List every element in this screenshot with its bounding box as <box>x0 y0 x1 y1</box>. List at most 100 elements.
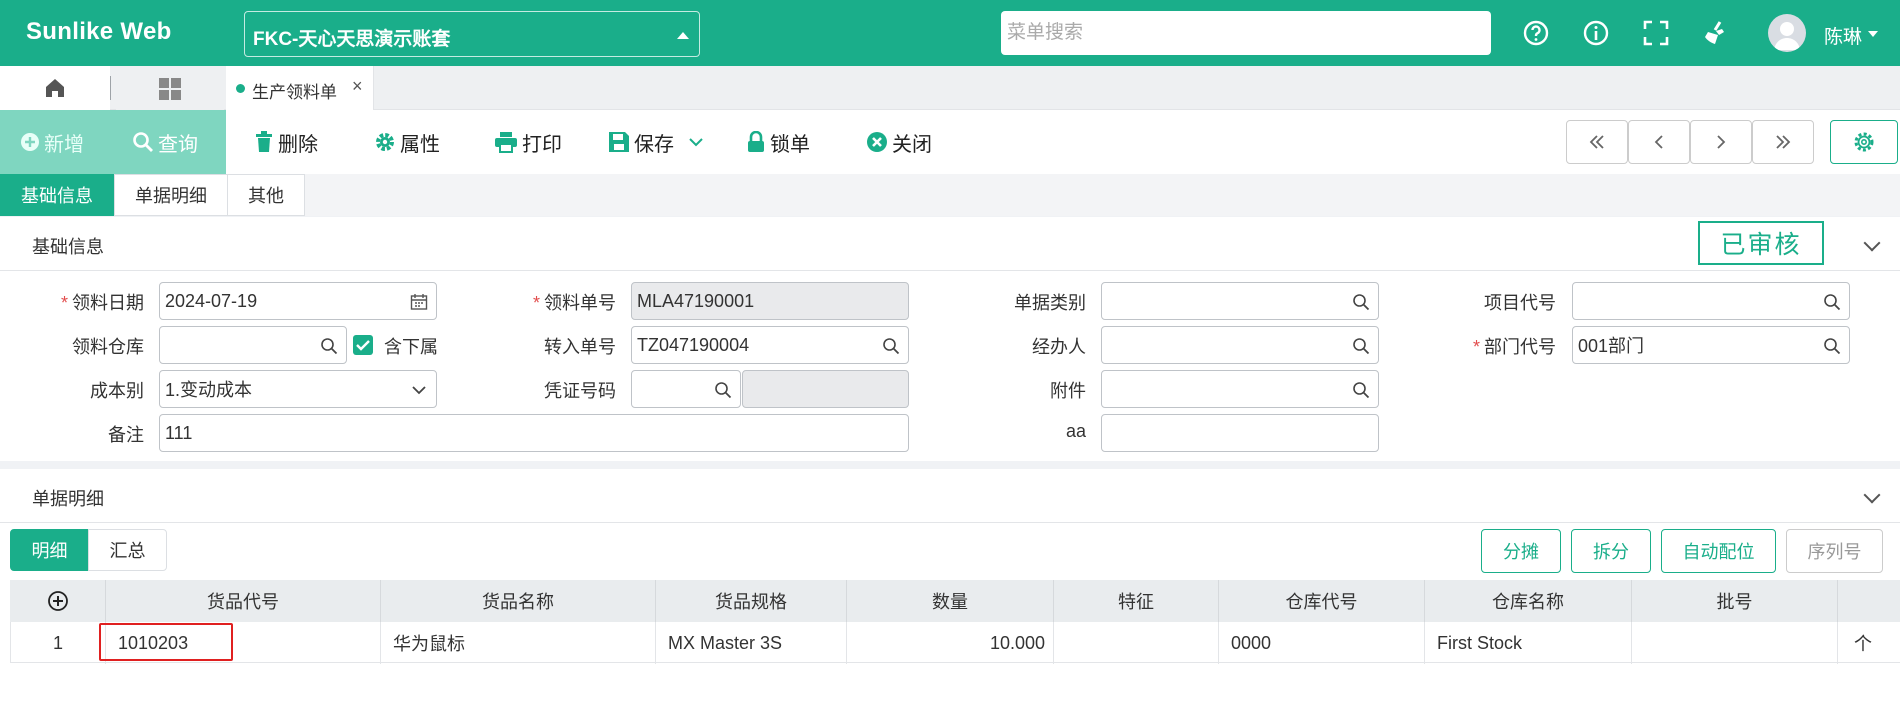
chevron-right-icon <box>1717 135 1726 149</box>
trash-icon <box>256 131 272 152</box>
query-label: 查询 <box>158 133 198 156</box>
caret-up-icon <box>677 32 689 39</box>
col-item-name[interactable]: 货品名称 <box>381 580 656 622</box>
col-warehouse-code[interactable]: 仓库代号 <box>1219 580 1425 622</box>
cell-warehouse-name[interactable]: First Stock <box>1425 622 1632 664</box>
include-sub-checkbox[interactable] <box>353 335 373 355</box>
info-icon[interactable] <box>1580 17 1612 49</box>
tab-material-requisition[interactable]: 生产领料单 × <box>226 66 374 110</box>
doc-type-field[interactable] <box>1101 282 1379 320</box>
save-button[interactable]: 保存 <box>608 110 708 174</box>
date-field[interactable]: 2024-07-19 <box>159 282 437 320</box>
query-button[interactable]: 查询 <box>106 110 226 174</box>
last-record-button[interactable] <box>1752 120 1814 164</box>
calendar-icon[interactable] <box>410 293 428 311</box>
detail-panel: 明细 汇总 分摊 拆分 自动配位 序列号 货品代号 货品名称 货品规格 数量 特… <box>0 523 1900 727</box>
voucher-field[interactable] <box>631 370 741 408</box>
first-record-button[interactable] <box>1566 120 1628 164</box>
cost-type-label: 成本别 <box>90 381 144 401</box>
close-button[interactable]: 关闭 <box>866 110 932 174</box>
row-seq: 1 <box>11 622 106 664</box>
aa-field[interactable] <box>1101 414 1379 452</box>
save-label: 保存 <box>634 133 674 156</box>
add-row-cell[interactable] <box>10 580 106 622</box>
caret-down-icon[interactable] <box>1868 31 1878 37</box>
handler-field[interactable] <box>1101 326 1379 364</box>
delete-button[interactable]: 删除 <box>254 110 318 174</box>
gear-icon <box>376 133 394 151</box>
cell-feature[interactable] <box>1054 622 1219 664</box>
search-icon[interactable] <box>1352 293 1370 311</box>
table-row[interactable]: 1 1010203 华为鼠标 MX Master 3S 10.000 0000 … <box>10 622 1900 664</box>
col-warehouse-name[interactable]: 仓库名称 <box>1425 580 1632 622</box>
next-record-button[interactable] <box>1690 120 1752 164</box>
project-field[interactable] <box>1572 282 1850 320</box>
chevron-down-icon[interactable] <box>1863 234 1881 252</box>
attachment-field[interactable] <box>1101 370 1379 408</box>
cell-unit[interactable]: 个 <box>1838 622 1888 664</box>
cell-quantity[interactable]: 10.000 <box>847 622 1054 664</box>
tab-label: 生产领料单 <box>252 83 337 102</box>
chevron-down-icon[interactable] <box>1863 486 1881 504</box>
close-label: 关闭 <box>892 133 932 156</box>
dept-field[interactable]: 001部门 <box>1572 326 1850 364</box>
basic-info-header[interactable]: 基础信息 已审核 <box>0 217 1900 271</box>
col-quantity[interactable]: 数量 <box>847 580 1054 622</box>
search-icon[interactable] <box>1823 293 1841 311</box>
search-icon[interactable] <box>1352 337 1370 355</box>
transfer-no-field[interactable]: TZ047190004 <box>631 326 909 364</box>
settings-button[interactable] <box>1830 120 1898 164</box>
prev-record-button[interactable] <box>1628 120 1690 164</box>
home-tab[interactable] <box>0 66 110 110</box>
menu-search-input[interactable] <box>1001 11 1491 55</box>
lock-icon <box>748 131 764 152</box>
col-item-spec[interactable]: 货品规格 <box>656 580 847 622</box>
order-no-label: * 领料单号 <box>532 293 616 313</box>
search-icon[interactable] <box>1352 381 1370 399</box>
account-selector[interactable]: FKC-天心天思演示账套 <box>244 11 700 57</box>
detail-header[interactable]: 单据明细 <box>0 469 1900 523</box>
apps-tab[interactable] <box>116 66 224 110</box>
tab-document-detail[interactable]: 单据明细 <box>114 174 228 216</box>
warehouse-field[interactable] <box>159 326 347 364</box>
search-icon[interactable] <box>320 337 338 355</box>
search-icon[interactable] <box>1823 337 1841 355</box>
basic-info-form: * 领料日期 2024-07-19 * 领料单号 MLA47190001 单据类别 … <box>0 271 1900 461</box>
print-button[interactable]: 打印 <box>494 110 562 174</box>
cell-item-name[interactable]: 华为鼠标 <box>381 622 656 664</box>
tab-other[interactable]: 其他 <box>227 174 305 216</box>
status-badge: 已审核 <box>1698 221 1824 265</box>
col-item-code[interactable]: 货品代号 <box>106 580 381 622</box>
order-no-field[interactable]: MLA47190001 <box>631 282 909 320</box>
plus-circle-icon[interactable] <box>47 590 69 612</box>
auto-locate-button[interactable]: 自动配位 <box>1661 529 1776 573</box>
properties-button[interactable]: 属性 <box>374 110 440 174</box>
cell-item-spec[interactable]: MX Master 3S <box>656 622 847 664</box>
chevron-down-icon[interactable] <box>688 137 704 147</box>
search-icon[interactable] <box>882 337 900 355</box>
fullscreen-icon[interactable] <box>1640 17 1672 49</box>
user-name[interactable]: 陈琳 <box>1824 22 1862 49</box>
double-chevron-left-icon <box>1589 135 1604 149</box>
cell-warehouse-code[interactable]: 0000 <box>1219 622 1425 664</box>
tab-detail-lines[interactable]: 明细 <box>10 529 89 571</box>
tab-basic-info[interactable]: 基础信息 <box>0 174 114 216</box>
help-icon[interactable] <box>1520 17 1552 49</box>
cost-type-select[interactable]: 1.变动成本 <box>159 370 437 408</box>
col-feature[interactable]: 特征 <box>1054 580 1219 622</box>
broom-icon[interactable] <box>1700 17 1732 49</box>
allocate-button[interactable]: 分摊 <box>1481 529 1561 573</box>
printer-icon <box>495 132 517 153</box>
new-button[interactable]: 新增 <box>0 110 106 174</box>
avatar[interactable] <box>1768 14 1806 52</box>
close-icon[interactable]: × <box>352 76 363 97</box>
new-label: 新增 <box>44 133 84 156</box>
cell-batch-no[interactable] <box>1632 622 1838 664</box>
col-batch-no[interactable]: 批号 <box>1632 580 1838 622</box>
search-icon[interactable] <box>714 381 732 399</box>
lock-button[interactable]: 锁单 <box>746 110 810 174</box>
remark-field[interactable]: 111 <box>159 414 909 452</box>
tab-summary[interactable]: 汇总 <box>88 529 167 571</box>
split-button[interactable]: 拆分 <box>1571 529 1651 573</box>
check-icon <box>356 340 370 351</box>
